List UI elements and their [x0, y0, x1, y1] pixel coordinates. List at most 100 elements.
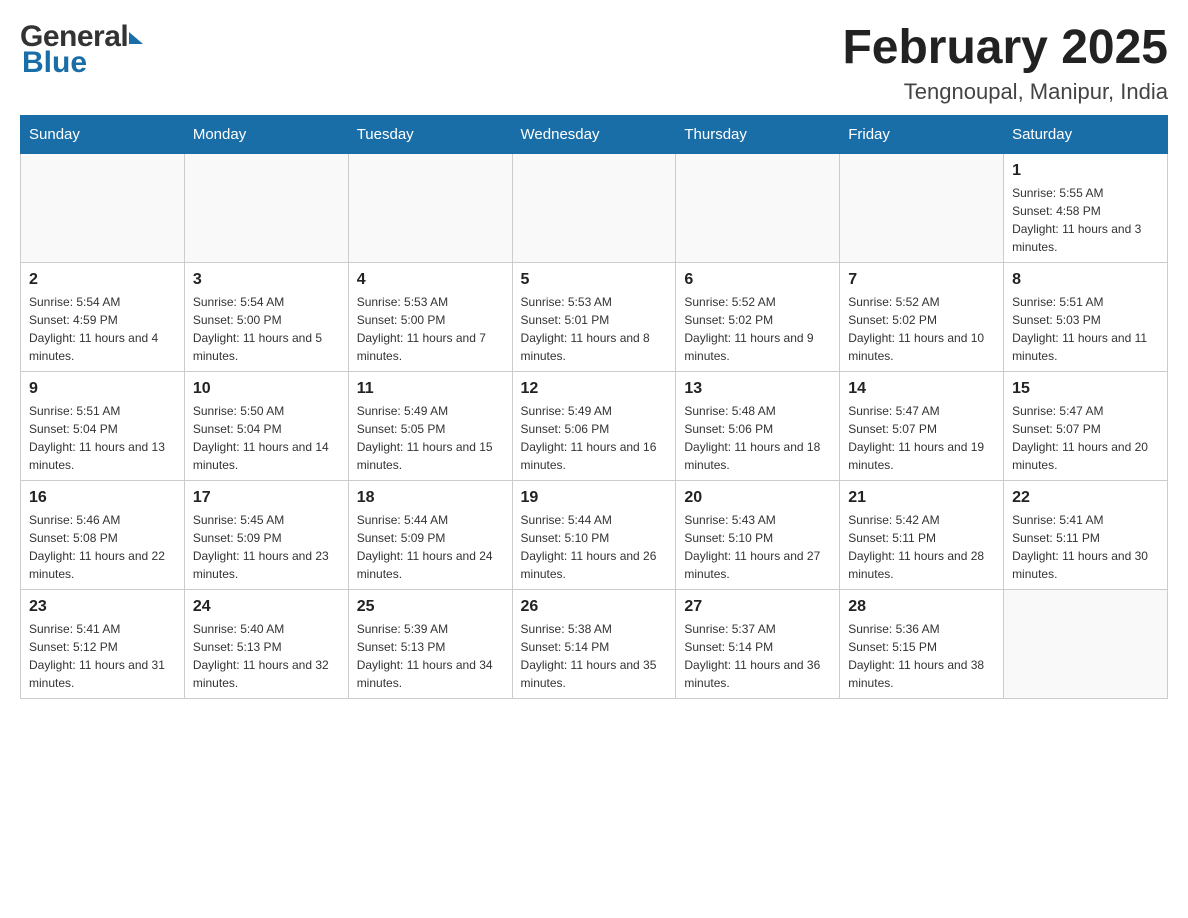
calendar-header: SundayMondayTuesdayWednesdayThursdayFrid…	[21, 116, 1168, 154]
day-number: 27	[684, 598, 831, 616]
day-info: Sunrise: 5:46 AMSunset: 5:08 PMDaylight:…	[29, 511, 176, 583]
day-number: 20	[684, 489, 831, 507]
day-number: 4	[357, 271, 504, 289]
day-number: 22	[1012, 489, 1159, 507]
day-info: Sunrise: 5:42 AMSunset: 5:11 PMDaylight:…	[848, 511, 995, 583]
day-number: 1	[1012, 162, 1159, 180]
day-info: Sunrise: 5:54 AMSunset: 4:59 PMDaylight:…	[29, 293, 176, 365]
day-number: 3	[193, 271, 340, 289]
logo-blue-text: Blue	[22, 46, 87, 80]
calendar-day-cell: 16 Sunrise: 5:46 AMSunset: 5:08 PMDayligh…	[21, 481, 185, 590]
day-info: Sunrise: 5:43 AMSunset: 5:10 PMDaylight:…	[684, 511, 831, 583]
day-number: 11	[357, 380, 504, 398]
calendar-day-cell	[676, 154, 840, 263]
day-number: 28	[848, 598, 995, 616]
calendar-day-cell: 6 Sunrise: 5:52 AMSunset: 5:02 PMDaylight…	[676, 263, 840, 372]
day-number: 6	[684, 271, 831, 289]
calendar-day-cell: 1 Sunrise: 5:55 AMSunset: 4:58 PMDaylight…	[1004, 154, 1168, 263]
calendar-day-cell: 25 Sunrise: 5:39 AMSunset: 5:13 PMDayligh…	[348, 590, 512, 699]
day-info: Sunrise: 5:52 AMSunset: 5:02 PMDaylight:…	[684, 293, 831, 365]
day-info: Sunrise: 5:48 AMSunset: 5:06 PMDaylight:…	[684, 402, 831, 474]
calendar-day-cell: 8 Sunrise: 5:51 AMSunset: 5:03 PMDaylight…	[1004, 263, 1168, 372]
day-of-week-header: Thursday	[676, 116, 840, 154]
page-header: General Blue February 2025 Tengnoupal, M…	[20, 20, 1168, 105]
calendar-day-cell: 21 Sunrise: 5:42 AMSunset: 5:11 PMDayligh…	[840, 481, 1004, 590]
day-number: 15	[1012, 380, 1159, 398]
day-info: Sunrise: 5:41 AMSunset: 5:11 PMDaylight:…	[1012, 511, 1159, 583]
calendar-day-cell: 26 Sunrise: 5:38 AMSunset: 5:14 PMDayligh…	[512, 590, 676, 699]
calendar-day-cell: 5Sunrise: 5:53 AMSunset: 5:01 PMDaylight…	[512, 263, 676, 372]
calendar-week-row: 1 Sunrise: 5:55 AMSunset: 4:58 PMDaylight…	[21, 154, 1168, 263]
day-info: Sunrise: 5:49 AMSunset: 5:06 PMDaylight:…	[521, 402, 668, 474]
calendar-title: February 2025	[842, 20, 1168, 75]
calendar-week-row: 23 Sunrise: 5:41 AMSunset: 5:12 PMDayligh…	[21, 590, 1168, 699]
day-number: 14	[848, 380, 995, 398]
day-number: 18	[357, 489, 504, 507]
calendar-day-cell: 3 Sunrise: 5:54 AMSunset: 5:00 PMDaylight…	[184, 263, 348, 372]
calendar-day-cell	[348, 154, 512, 263]
day-number: 23	[29, 598, 176, 616]
calendar-day-cell: 13 Sunrise: 5:48 AMSunset: 5:06 PMDayligh…	[676, 372, 840, 481]
day-of-week-header: Saturday	[1004, 116, 1168, 154]
calendar-day-cell: 28Sunrise: 5:36 AMSunset: 5:15 PMDayligh…	[840, 590, 1004, 699]
calendar-table: SundayMondayTuesdayWednesdayThursdayFrid…	[20, 115, 1168, 699]
day-number: 2	[29, 271, 176, 289]
day-number: 25	[357, 598, 504, 616]
day-info: Sunrise: 5:55 AMSunset: 4:58 PMDaylight:…	[1012, 184, 1159, 256]
calendar-day-cell	[840, 154, 1004, 263]
day-number: 12	[521, 380, 668, 398]
calendar-day-cell: 18 Sunrise: 5:44 AMSunset: 5:09 PMDayligh…	[348, 481, 512, 590]
day-info: Sunrise: 5:49 AMSunset: 5:05 PMDaylight:…	[357, 402, 504, 474]
calendar-day-cell: 2 Sunrise: 5:54 AMSunset: 4:59 PMDaylight…	[21, 263, 185, 372]
calendar-week-row: 9 Sunrise: 5:51 AMSunset: 5:04 PMDaylight…	[21, 372, 1168, 481]
day-number: 19	[521, 489, 668, 507]
calendar-day-cell: 9 Sunrise: 5:51 AMSunset: 5:04 PMDaylight…	[21, 372, 185, 481]
calendar-day-cell: 22 Sunrise: 5:41 AMSunset: 5:11 PMDayligh…	[1004, 481, 1168, 590]
day-number: 26	[521, 598, 668, 616]
day-number: 8	[1012, 271, 1159, 289]
day-info: Sunrise: 5:53 AMSunset: 5:01 PMDaylight:…	[521, 293, 668, 365]
day-info: Sunrise: 5:51 AMSunset: 5:04 PMDaylight:…	[29, 402, 176, 474]
calendar-day-cell: 4Sunrise: 5:53 AMSunset: 5:00 PMDaylight…	[348, 263, 512, 372]
day-info: Sunrise: 5:41 AMSunset: 5:12 PMDaylight:…	[29, 620, 176, 692]
day-info: Sunrise: 5:47 AMSunset: 5:07 PMDaylight:…	[1012, 402, 1159, 474]
calendar-day-cell	[512, 154, 676, 263]
day-of-week-header: Monday	[184, 116, 348, 154]
day-info: Sunrise: 5:51 AMSunset: 5:03 PMDaylight:…	[1012, 293, 1159, 365]
calendar-day-cell	[184, 154, 348, 263]
day-info: Sunrise: 5:40 AMSunset: 5:13 PMDaylight:…	[193, 620, 340, 692]
day-number: 13	[684, 380, 831, 398]
day-info: Sunrise: 5:45 AMSunset: 5:09 PMDaylight:…	[193, 511, 340, 583]
day-info: Sunrise: 5:38 AMSunset: 5:14 PMDaylight:…	[521, 620, 668, 692]
day-number: 7	[848, 271, 995, 289]
day-number: 16	[29, 489, 176, 507]
day-of-week-header: Tuesday	[348, 116, 512, 154]
day-info: Sunrise: 5:44 AMSunset: 5:10 PMDaylight:…	[521, 511, 668, 583]
calendar-week-row: 2 Sunrise: 5:54 AMSunset: 4:59 PMDaylight…	[21, 263, 1168, 372]
calendar-day-cell: 27 Sunrise: 5:37 AMSunset: 5:14 PMDayligh…	[676, 590, 840, 699]
day-number: 9	[29, 380, 176, 398]
calendar-subtitle: Tengnoupal, Manipur, India	[842, 79, 1168, 105]
calendar-day-cell: 19 Sunrise: 5:44 AMSunset: 5:10 PMDayligh…	[512, 481, 676, 590]
day-info: Sunrise: 5:50 AMSunset: 5:04 PMDaylight:…	[193, 402, 340, 474]
calendar-day-cell: 12 Sunrise: 5:49 AMSunset: 5:06 PMDayligh…	[512, 372, 676, 481]
calendar-week-row: 16 Sunrise: 5:46 AMSunset: 5:08 PMDayligh…	[21, 481, 1168, 590]
days-of-week-row: SundayMondayTuesdayWednesdayThursdayFrid…	[21, 116, 1168, 154]
day-info: Sunrise: 5:37 AMSunset: 5:14 PMDaylight:…	[684, 620, 831, 692]
calendar-day-cell	[21, 154, 185, 263]
calendar-day-cell: 24 Sunrise: 5:40 AMSunset: 5:13 PMDayligh…	[184, 590, 348, 699]
day-info: Sunrise: 5:54 AMSunset: 5:00 PMDaylight:…	[193, 293, 340, 365]
day-info: Sunrise: 5:39 AMSunset: 5:13 PMDaylight:…	[357, 620, 504, 692]
day-number: 21	[848, 489, 995, 507]
calendar-day-cell: 11 Sunrise: 5:49 AMSunset: 5:05 PMDayligh…	[348, 372, 512, 481]
calendar-day-cell	[1004, 590, 1168, 699]
calendar-day-cell: 7Sunrise: 5:52 AMSunset: 5:02 PMDaylight…	[840, 263, 1004, 372]
calendar-day-cell: 23 Sunrise: 5:41 AMSunset: 5:12 PMDayligh…	[21, 590, 185, 699]
calendar-title-block: February 2025 Tengnoupal, Manipur, India	[842, 20, 1168, 105]
calendar-day-cell: 17Sunrise: 5:45 AMSunset: 5:09 PMDayligh…	[184, 481, 348, 590]
day-info: Sunrise: 5:44 AMSunset: 5:09 PMDaylight:…	[357, 511, 504, 583]
day-number: 24	[193, 598, 340, 616]
logo: General Blue	[20, 20, 143, 80]
calendar-day-cell: 20 Sunrise: 5:43 AMSunset: 5:10 PMDayligh…	[676, 481, 840, 590]
calendar-day-cell: 10Sunrise: 5:50 AMSunset: 5:04 PMDayligh…	[184, 372, 348, 481]
